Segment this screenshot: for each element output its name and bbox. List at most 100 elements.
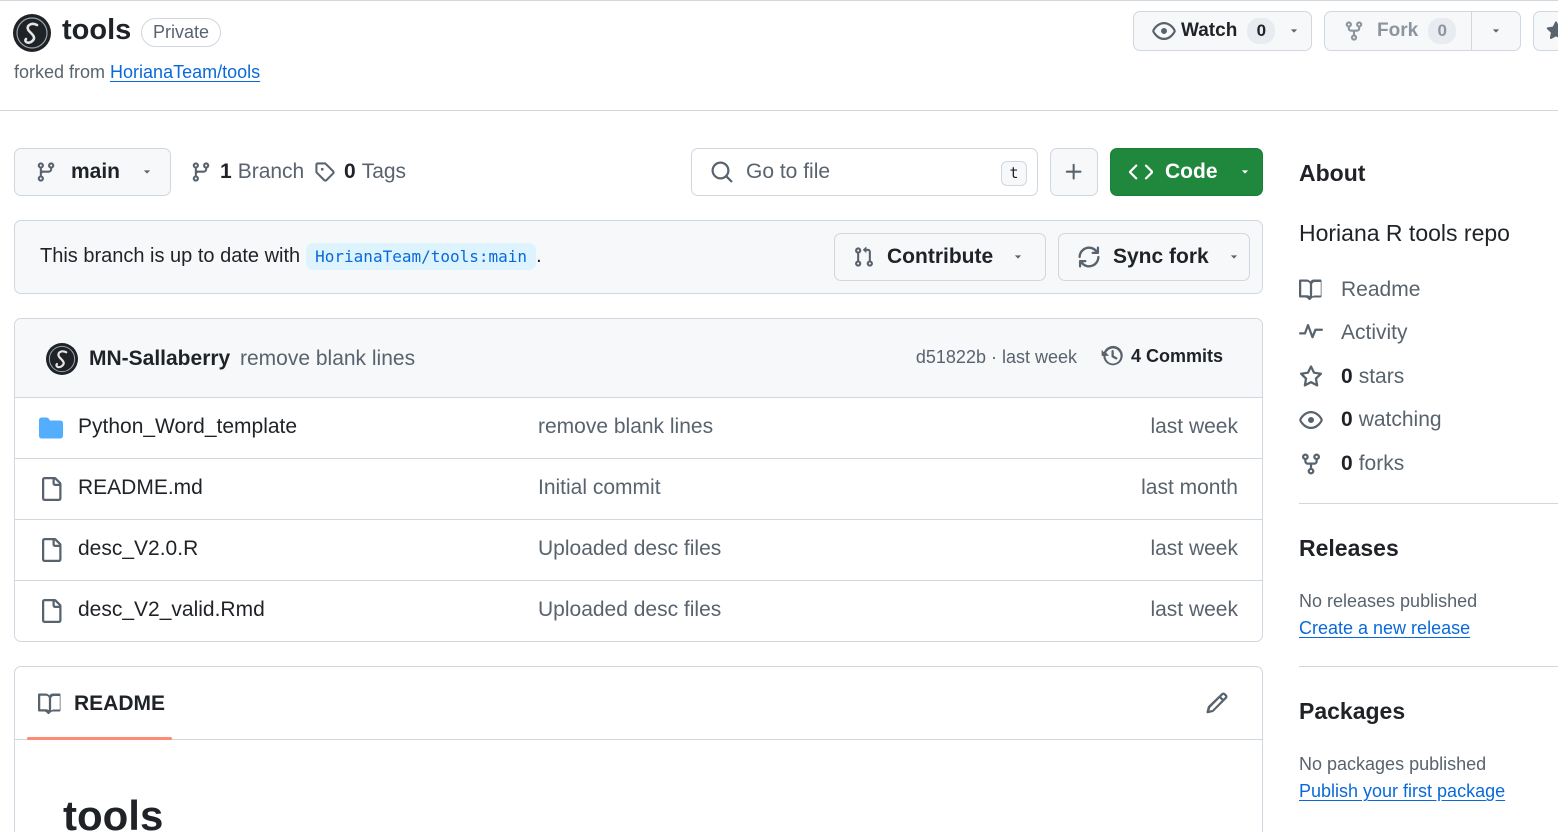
releases-empty: No releases published [1299, 591, 1478, 611]
readme-link-label: Readme [1341, 278, 1421, 301]
forked-from: forked from HorianaTeam/tools [14, 62, 260, 83]
commit-message[interactable]: remove blank lines [240, 347, 415, 371]
branch-dropdown-icon [140, 165, 154, 179]
go-to-file-shortcut: t [1001, 161, 1027, 186]
forked-prefix: forked from [14, 62, 106, 82]
readme-link[interactable]: Readme [1299, 278, 1420, 302]
fork-label: Fork [1377, 20, 1419, 41]
forks-link[interactable]: 0 forks [1299, 452, 1404, 476]
readme-tab-underline [27, 737, 172, 740]
file-browser: MN-Sallaberry remove blank lines d51822b… [14, 318, 1263, 642]
branch-icon [35, 161, 57, 183]
book-icon [1299, 278, 1323, 302]
branch-selector[interactable]: main [14, 148, 171, 196]
top-border [0, 0, 1558, 1]
watching-label: watching [1358, 408, 1442, 431]
watching-count: 0 [1341, 408, 1353, 431]
star-icon [1299, 365, 1323, 389]
contribute-button[interactable]: Contribute [834, 233, 1046, 281]
code-icon [1129, 160, 1153, 184]
tag-icon [314, 161, 336, 183]
fork-sync-status: This branch is up to date with HorianaTe… [14, 220, 1263, 294]
readme-title: tools [63, 792, 164, 832]
file-icon [39, 477, 63, 501]
header-divider [0, 110, 1558, 111]
readme-tab-label: README [74, 692, 166, 715]
table-row[interactable]: Python_Word_template remove blank lines … [15, 398, 1262, 459]
pulse-icon [1299, 321, 1323, 345]
stars-link[interactable]: 0 stars [1299, 365, 1404, 389]
folder-icon [39, 416, 63, 440]
commit-author[interactable]: MN-Sallaberry [89, 347, 230, 371]
activity-link-label: Activity [1341, 321, 1408, 344]
contribute-dropdown-icon [1011, 250, 1025, 264]
fork-button[interactable]: Fork 0 [1324, 11, 1521, 51]
activity-link[interactable]: Activity [1299, 321, 1408, 345]
file-commit-message[interactable]: remove blank lines [538, 415, 713, 439]
file-commit-time: last week [1150, 415, 1238, 438]
go-to-file-input[interactable]: Go to file t [691, 148, 1038, 196]
tags-link[interactable]: 0 Tags [314, 160, 406, 184]
sync-fork-dropdown-icon [1227, 250, 1241, 264]
sync-status-text: This branch is up to date with HorianaTe… [40, 243, 542, 270]
sidebar-divider [1299, 666, 1558, 667]
commits-link[interactable]: 4 Commits [1101, 344, 1223, 368]
watch-dropdown-icon[interactable] [1287, 24, 1301, 38]
book-icon [38, 692, 62, 716]
sync-fork-button[interactable]: Sync fork [1058, 233, 1250, 281]
readme-header: README [15, 667, 1262, 740]
about-heading: About [1299, 160, 1366, 186]
file-icon [39, 538, 63, 562]
commit-sha-time[interactable]: d51822b · last week [916, 347, 1077, 368]
pencil-icon[interactable] [1205, 691, 1229, 715]
file-name[interactable]: README.md [78, 476, 203, 500]
commits-count: 4 [1131, 345, 1142, 366]
fork-icon [1299, 452, 1323, 476]
file-name[interactable]: Python_Word_template [78, 415, 297, 439]
sync-icon [1077, 245, 1101, 269]
repo-name[interactable]: tools [62, 14, 131, 47]
forked-from-link[interactable]: HorianaTeam/tools [110, 62, 260, 82]
file-commit-message[interactable]: Uploaded desc files [538, 598, 721, 622]
branches-count: 1 [220, 160, 232, 183]
add-file-button[interactable] [1050, 148, 1098, 196]
star-button[interactable] [1533, 11, 1558, 51]
packages-empty: No packages published [1299, 754, 1487, 774]
owner-avatar[interactable] [13, 14, 51, 52]
fork-dropdown-icon[interactable] [1489, 24, 1503, 38]
sync-status-message: This branch is up to date with [40, 245, 301, 267]
file-commit-message[interactable]: Uploaded desc files [538, 537, 721, 561]
forks-label: forks [1358, 452, 1405, 475]
releases-heading[interactable]: Releases [1299, 535, 1399, 562]
watch-button[interactable]: Watch 0 [1133, 11, 1312, 51]
eye-icon [1299, 408, 1323, 432]
fork-count: 0 [1428, 18, 1457, 44]
commits-label: Commits [1146, 345, 1224, 366]
packages-heading[interactable]: Packages [1299, 698, 1405, 725]
watch-count: 0 [1247, 18, 1276, 44]
code-button[interactable]: Code [1110, 148, 1263, 196]
file-name[interactable]: desc_V2_valid.Rmd [78, 598, 265, 622]
watching-link[interactable]: 0 watching [1299, 408, 1442, 432]
branches-link[interactable]: 1 Branch [190, 160, 304, 184]
upstream-ref-link[interactable]: HorianaTeam/tools:main [306, 243, 537, 270]
plus-icon [1063, 161, 1085, 183]
create-release-link[interactable]: Create a new release [1299, 618, 1470, 639]
pull-request-icon [853, 246, 875, 268]
publish-package-link[interactable]: Publish your first package [1299, 781, 1505, 802]
branch-name: main [71, 160, 121, 183]
branches-icon [190, 161, 212, 183]
file-commit-message[interactable]: Initial commit [538, 476, 661, 500]
table-row[interactable]: desc_V2_valid.Rmd Uploaded desc files la… [15, 581, 1262, 641]
readme-tab[interactable]: README [38, 692, 165, 716]
code-dropdown-icon [1238, 165, 1252, 179]
sidebar-divider [1299, 503, 1558, 504]
watch-label: Watch [1181, 20, 1238, 41]
latest-commit-bar: MN-Sallaberry remove blank lines d51822b… [15, 319, 1262, 398]
commit-author-avatar[interactable] [46, 343, 78, 375]
table-row[interactable]: README.md Initial commit last month [15, 459, 1262, 520]
owner-avatar-glyph [14, 15, 50, 51]
table-row[interactable]: desc_V2.0.R Uploaded desc files last wee… [15, 520, 1262, 581]
tags-count: 0 [344, 160, 356, 183]
file-name[interactable]: desc_V2.0.R [78, 537, 198, 561]
